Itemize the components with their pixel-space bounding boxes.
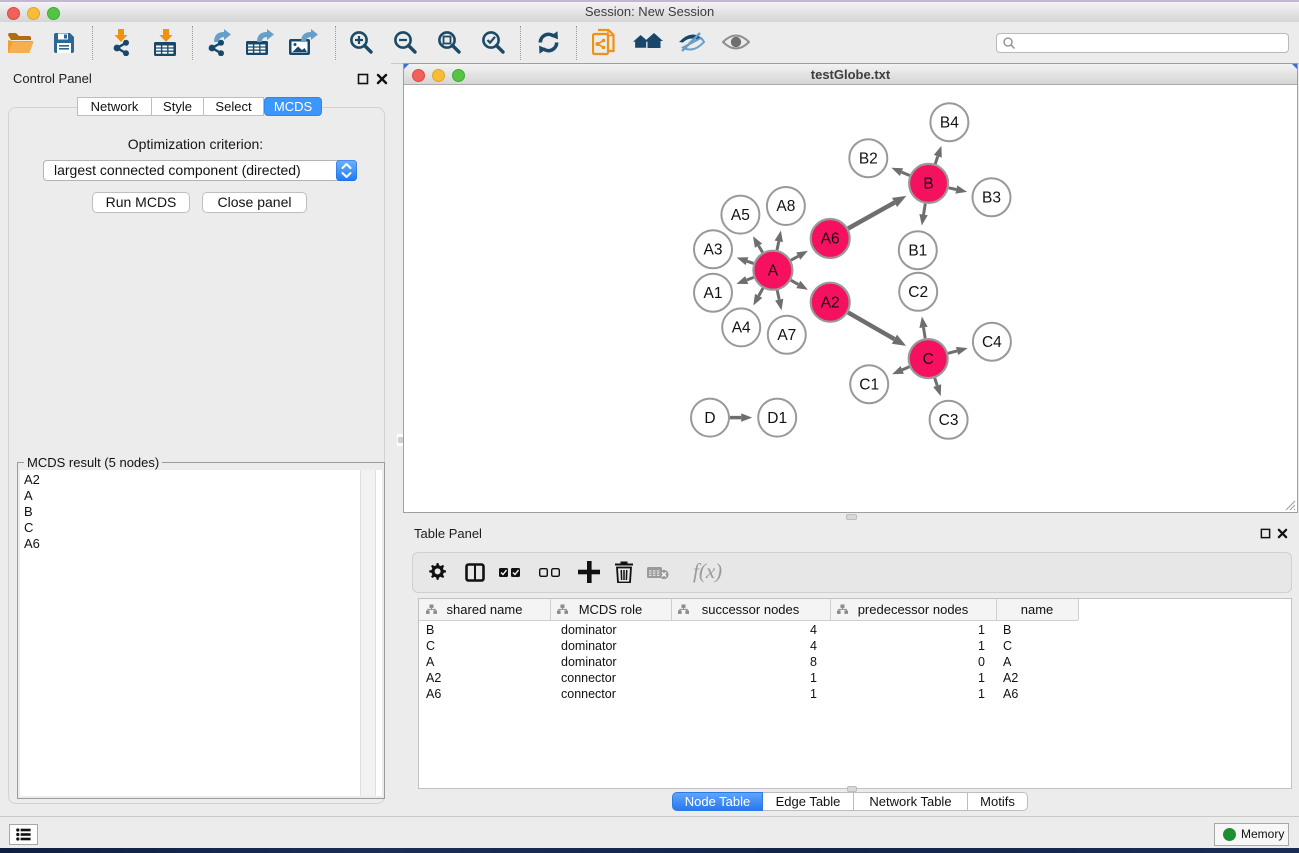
svg-text:A3: A3 <box>704 242 723 259</box>
svg-text:C2: C2 <box>908 284 928 301</box>
svg-text:A2: A2 <box>821 294 840 311</box>
svg-text:C: C <box>923 351 934 368</box>
svg-text:B2: B2 <box>859 150 878 167</box>
svg-text:A7: A7 <box>777 327 796 344</box>
svg-text:D1: D1 <box>767 410 787 427</box>
svg-text:A1: A1 <box>704 285 723 302</box>
svg-text:C4: C4 <box>982 334 1002 351</box>
svg-text:B: B <box>923 176 933 193</box>
svg-text:C1: C1 <box>859 376 879 393</box>
svg-text:A6: A6 <box>821 231 840 248</box>
svg-text:A: A <box>768 262 779 279</box>
svg-text:A5: A5 <box>731 207 750 224</box>
svg-text:B3: B3 <box>982 190 1001 207</box>
svg-text:C3: C3 <box>939 412 959 429</box>
svg-text:B1: B1 <box>908 242 927 259</box>
svg-text:A8: A8 <box>776 198 795 215</box>
svg-text:A4: A4 <box>732 320 751 337</box>
svg-text:B4: B4 <box>940 114 959 131</box>
svg-text:D: D <box>704 410 715 427</box>
